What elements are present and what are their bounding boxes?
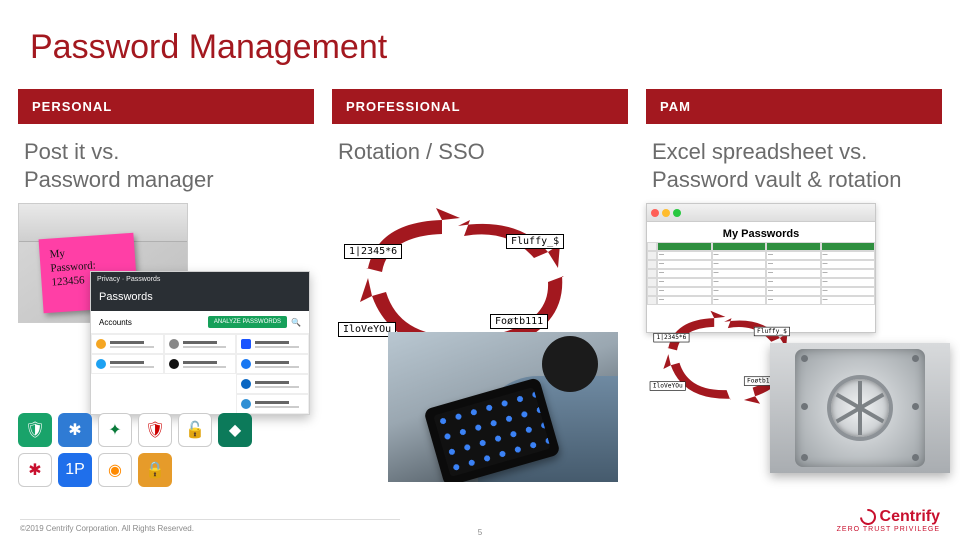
pwmgr-account [236, 394, 309, 414]
app-icon: ✱ [58, 413, 92, 447]
spreadsheet-title: My Passwords [647, 222, 875, 242]
app-icon: ✦ [98, 413, 132, 447]
column-sub-pam: Excel spreadsheet vs. Password vault & r… [646, 124, 942, 203]
app-icon: 🔒 [138, 453, 172, 487]
pwmgr-title: Passwords [91, 287, 309, 311]
columns: PERSONAL Post it vs. Password manager My… [0, 67, 960, 366]
column-sub-personal: Post it vs. Password manager [18, 124, 314, 203]
brand-swirl-icon [856, 506, 879, 529]
security-app-icons: 🛡 ✱ ✦ 🛡 🔓 ◆ ✱ 1P ◉ 🔒 [18, 413, 252, 487]
rotation-password-label: 1|2345*6 [344, 244, 402, 259]
search-icon: 🔍 [291, 318, 301, 327]
app-icon: 🔓 [178, 413, 212, 447]
app-icon: 1P [58, 453, 92, 487]
pwmgr-account [91, 334, 164, 354]
pwmgr-account [236, 374, 309, 394]
vault-image [770, 343, 950, 473]
password-manager-screenshot: Privacy · Passwords Passwords Accounts A… [90, 271, 310, 415]
rotation-password-label: Fluffy_$ [754, 327, 790, 336]
pwmgr-account [236, 354, 309, 374]
app-icon: 🛡 [18, 413, 52, 447]
brand-tagline: ZERO TRUST PRIVILEGE [837, 526, 940, 533]
column-professional: PROFESSIONAL Rotation / SSO 1|23 [332, 89, 628, 366]
copyright: ©2019 Centrify Corporation. All Rights R… [20, 519, 400, 533]
rotation-password-label: Fluffy_$ [506, 234, 564, 249]
pwmgr-analyze-button: ANALYZE PASSWORDS [208, 316, 287, 328]
column-header-pam: PAM [646, 89, 942, 124]
spreadsheet-grid: ———— ———— ———— ———— ———— ———— [647, 242, 875, 305]
pwmgr-account [91, 354, 164, 374]
app-icon: ◆ [218, 413, 252, 447]
app-icon: ✱ [18, 453, 52, 487]
column-sub-professional: Rotation / SSO [332, 124, 628, 202]
column-header-personal: PERSONAL [18, 89, 314, 124]
column-personal: PERSONAL Post it vs. Password manager My… [18, 89, 314, 366]
tablet-user-photo [388, 332, 618, 482]
pwmgr-section: Accounts [99, 318, 132, 327]
slide-title: Password Management [0, 0, 960, 67]
brand-logo: Centrify ZERO TRUST PRIVILEGE [837, 508, 940, 533]
rotation-password-label: IloVeYOu [650, 381, 686, 390]
app-icon: 🛡 [138, 413, 172, 447]
column-pam: PAM Excel spreadsheet vs. Password vault… [646, 89, 942, 366]
pwmgr-account [236, 334, 309, 354]
brand-name-text: Centrify [880, 508, 940, 526]
pwmgr-account [164, 334, 237, 354]
pwmgr-account [164, 354, 237, 374]
pwmgr-breadcrumb: Privacy · Passwords [91, 272, 309, 287]
column-header-professional: PROFESSIONAL [332, 89, 628, 124]
rotation-password-label: 1|2345*6 [653, 333, 689, 342]
rotation-password-label: Foøtb111 [490, 314, 548, 329]
page-number: 5 [478, 528, 482, 537]
app-icon: ◉ [98, 453, 132, 487]
